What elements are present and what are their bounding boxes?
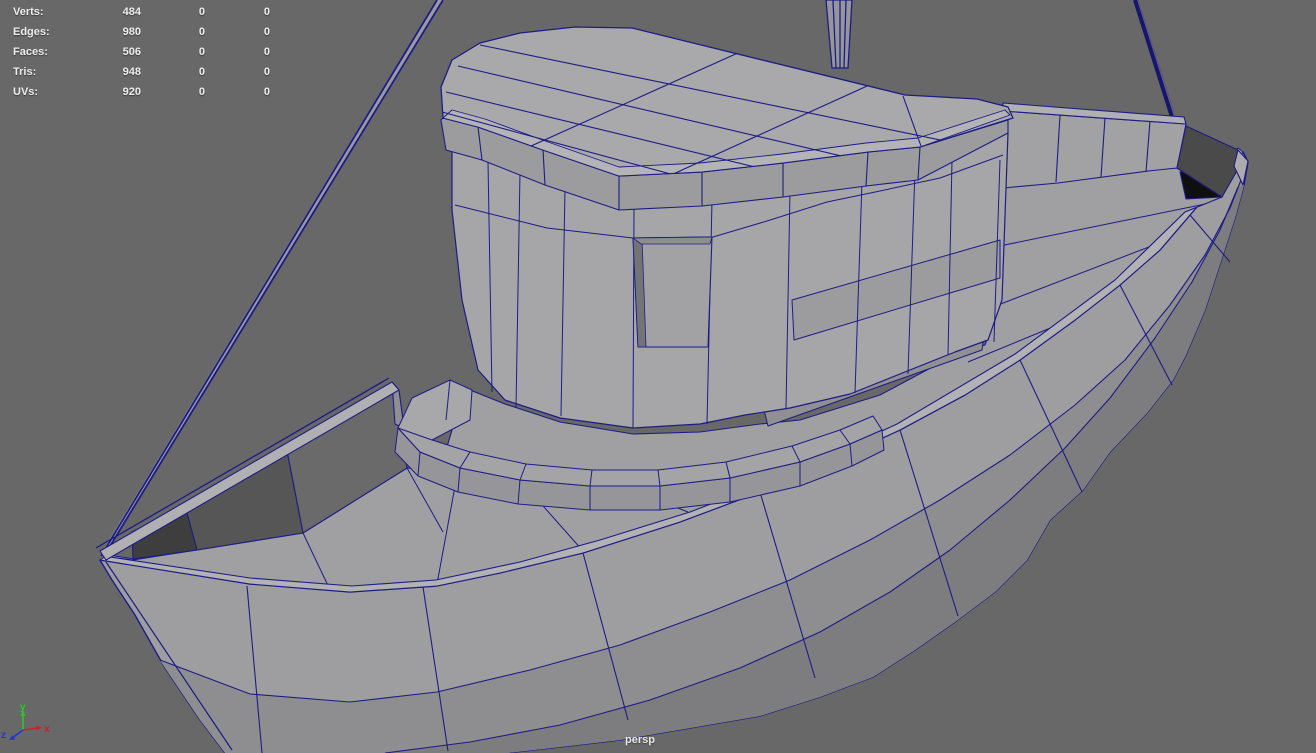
hud-label: UVs:	[13, 86, 39, 98]
hud-row-edges: Edges: 980 0 0	[0, 22, 270, 42]
hud-label: Tris:	[13, 66, 37, 78]
hud-value: 506	[122, 46, 141, 58]
viewport-3d-scene[interactable]	[0, 0, 1316, 753]
maya-viewport[interactable]: Verts: 484 0 0 Edges: 980 0 0 Faces: 506…	[0, 0, 1316, 753]
door-recess-top	[632, 236, 713, 245]
hud-row-verts: Verts: 484 0 0	[0, 2, 270, 22]
hud-value: 0	[263, 86, 270, 98]
hud-value: 0	[263, 6, 270, 18]
hud-value: 0	[263, 26, 270, 38]
hud-label: Faces:	[13, 46, 48, 58]
x-axis: x	[22, 724, 50, 735]
hud-value: 484	[122, 6, 141, 18]
x-axis-label: x	[44, 724, 50, 735]
y-axis: y	[20, 702, 26, 730]
y-axis-label: y	[20, 702, 26, 713]
hud-value: 0	[198, 66, 205, 78]
camera-name-label: persp	[625, 734, 655, 746]
hud-value: 920	[122, 86, 141, 98]
x-axis-arrow-icon	[36, 725, 42, 731]
z-axis-label: z	[1, 730, 6, 741]
hud-row-tris: Tris: 948 0 0	[0, 62, 270, 82]
world-axis-gizmo: y x z	[1, 702, 50, 741]
hud-value: 0	[198, 26, 205, 38]
hud-value: 0	[198, 86, 205, 98]
hud-value: 0	[263, 66, 270, 78]
hud-value: 0	[198, 6, 205, 18]
z-axis: z	[1, 729, 24, 741]
hud-label: Verts:	[13, 6, 44, 18]
hud-value: 0	[263, 46, 270, 58]
hud-value: 948	[122, 66, 141, 78]
hud-value: 980	[122, 26, 141, 38]
hud-value: 0	[198, 46, 205, 58]
polycount-hud: Verts: 484 0 0 Edges: 980 0 0 Faces: 506…	[0, 2, 270, 102]
hud-label: Edges:	[13, 26, 50, 38]
hud-row-uvs: UVs: 920 0 0	[0, 82, 270, 102]
hud-row-faces: Faces: 506 0 0	[0, 42, 270, 62]
